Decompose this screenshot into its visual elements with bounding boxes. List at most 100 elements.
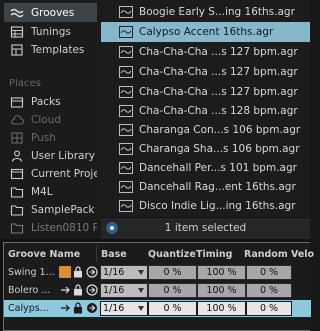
sidebar-item-listen0810-project[interactable]: Listen0810 Pro — [4, 218, 97, 237]
current-project-icon — [10, 168, 24, 179]
sidebar-item-packs[interactable]: Packs — [4, 92, 97, 111]
groove-row[interactable]: Bolero ... 1/16 0 % 100 % 0 % — [4, 282, 311, 299]
hot-swap-icon[interactable] — [59, 284, 71, 296]
user-library-icon — [11, 150, 23, 162]
column-header-base[interactable]: Base — [101, 249, 127, 260]
sidebar-item-label: Current Projec — [31, 167, 97, 180]
sidebar-item-tunings[interactable]: Tunings — [4, 22, 97, 41]
file-row[interactable]: Boogie Early S...ing 16ths.agr — [101, 2, 310, 22]
sidebar-item-label: User Library — [31, 149, 95, 162]
base-select[interactable]: 1/16 — [100, 265, 148, 280]
groove-file-icon — [119, 6, 133, 18]
file-row[interactable]: Charanga Sha...s 106 bpm.agr — [101, 139, 310, 159]
file-row[interactable]: Disco Indie Lig...ing 16ths.agr — [101, 196, 310, 216]
base-value: 1/16 — [103, 285, 125, 296]
chevron-down-icon — [138, 306, 144, 311]
timing-field[interactable]: 100 % — [197, 265, 246, 280]
sidebar-item-templates[interactable]: Templates — [4, 40, 97, 59]
sidebar-item-user-library[interactable]: User Library — [4, 146, 97, 165]
sidebar-item-samplepack[interactable]: SamplePack — [4, 200, 97, 219]
base-value: 1/16 — [103, 303, 125, 314]
sidebar-item-label: Tunings — [31, 25, 71, 38]
sidebar-item-m4l[interactable]: M4L — [4, 182, 97, 201]
column-separator — [96, 246, 97, 262]
groove-file-icon — [119, 86, 133, 98]
base-select[interactable]: 1/16 — [100, 283, 148, 298]
groove-name: Bolero ... — [8, 285, 51, 296]
random-field[interactable]: 0 % — [246, 283, 292, 298]
random-field[interactable]: 0 % — [246, 265, 292, 280]
groove-file-icon — [119, 124, 133, 136]
browser-sidebar: Grooves Tunings Templates Places Packs C… — [0, 0, 101, 239]
status-text: 1 item selected — [164, 222, 247, 234]
file-name: Cha-Cha-Cha ...s 128 bpm.agr — [139, 105, 298, 117]
column-header-groove-name[interactable]: Groove Name — [8, 249, 80, 260]
file-row[interactable]: Dancehall Rag...ent 16ths.agr — [101, 177, 310, 197]
file-row[interactable]: Calypso Accent 16ths.agr — [101, 22, 310, 42]
random-field[interactable]: 0 % — [246, 301, 292, 316]
sidebar-item-grooves[interactable]: Grooves — [4, 3, 97, 22]
quantize-field[interactable]: 0 % — [148, 265, 197, 280]
sidebar-item-label: Listen0810 Pro — [31, 221, 97, 234]
hot-swap-icon[interactable] — [59, 266, 71, 278]
groove-row[interactable]: Swing 1... 1/16 0 % 100 % 0 % — [4, 264, 311, 281]
groove-file-icon — [119, 26, 133, 38]
packs-icon — [10, 96, 24, 108]
push-icon — [11, 131, 23, 144]
file-row[interactable]: Charanga Con...s 106 bpm.agr — [101, 120, 310, 140]
base-value: 1/16 — [103, 267, 125, 278]
file-row[interactable]: Cha-Cha-Cha ...s 128 bpm.agr — [101, 101, 310, 121]
file-list: Boogie Early S...ing 16ths.agr Calypso A… — [101, 0, 310, 217]
groove-name: Swing 1... — [8, 267, 55, 278]
groove-file-icon — [119, 162, 133, 174]
timing-field[interactable]: 100 % — [197, 283, 246, 298]
file-row[interactable]: Cha-Cha-Cha ...s 127 bpm.agr — [101, 62, 310, 82]
groove-file-icon — [119, 181, 133, 193]
cloud-icon — [11, 114, 24, 125]
quantize-field[interactable]: 0 % — [148, 283, 197, 298]
groove-file-icon — [119, 66, 133, 78]
lock-icon[interactable] — [73, 284, 83, 296]
file-name: Dancehall Per...s 101 bpm.agr — [139, 162, 297, 174]
column-header-timing[interactable]: Timing — [196, 249, 232, 260]
extract-groove-icon[interactable] — [86, 266, 98, 278]
file-row[interactable]: Cha-Cha-Cha ...s 127 bpm.agr — [101, 42, 310, 62]
groove-name: Calyps... — [8, 303, 49, 314]
sidebar-item-cloud[interactable]: Cloud — [4, 110, 97, 129]
groove-file-icon — [119, 143, 133, 155]
column-header-velocity[interactable]: Velo — [291, 249, 314, 260]
groove-row[interactable]: Calyps... 1/16 0 % 100 % 0 % — [4, 300, 311, 317]
hot-swap-icon[interactable] — [59, 302, 71, 314]
base-select[interactable]: 1/16 — [100, 301, 148, 316]
file-name: Disco Indie Lig...ing 16ths.agr — [139, 200, 296, 212]
timing-field[interactable]: 100 % — [197, 301, 246, 316]
extract-groove-icon[interactable] — [86, 302, 98, 314]
file-name: Cha-Cha-Cha ...s 127 bpm.agr — [139, 86, 298, 98]
sidebar-item-current-project[interactable]: Current Projec — [4, 164, 97, 183]
sidebar-item-label: Packs — [31, 95, 61, 108]
file-name: Boogie Early S...ing 16ths.agr — [139, 6, 295, 18]
column-header-random[interactable]: Random — [244, 249, 288, 260]
groove-file-icon — [119, 200, 133, 212]
sidebar-item-push[interactable]: Push — [4, 128, 97, 147]
grooves-icon — [10, 8, 24, 17]
file-row[interactable]: Dancehall Per...s 101 bpm.agr — [101, 158, 310, 178]
file-name: Cha-Cha-Cha ...s 127 bpm.agr — [139, 66, 298, 78]
groove-file-icon — [119, 46, 133, 58]
tunings-icon — [10, 25, 24, 38]
browser-status-bar: 1 item selected — [101, 217, 310, 239]
file-name: Calypso Accent 16ths.agr — [139, 26, 274, 38]
sidebar-item-label: Push — [31, 131, 56, 144]
extract-groove-icon[interactable] — [86, 284, 98, 296]
file-row[interactable]: Cha-Cha-Cha ...s 127 bpm.agr — [101, 82, 310, 102]
lock-icon[interactable] — [73, 266, 83, 278]
sidebar-item-label: Templates — [31, 43, 85, 56]
places-header: Places — [9, 78, 41, 89]
column-header-quantize[interactable]: Quantize — [148, 249, 196, 260]
folder-icon — [10, 204, 24, 216]
file-name: Cha-Cha-Cha ...s 127 bpm.agr — [139, 46, 298, 58]
folder-icon — [10, 222, 24, 234]
lock-icon[interactable] — [73, 302, 83, 314]
quantize-field[interactable]: 0 % — [148, 301, 197, 316]
groove-file-icon — [119, 105, 133, 117]
